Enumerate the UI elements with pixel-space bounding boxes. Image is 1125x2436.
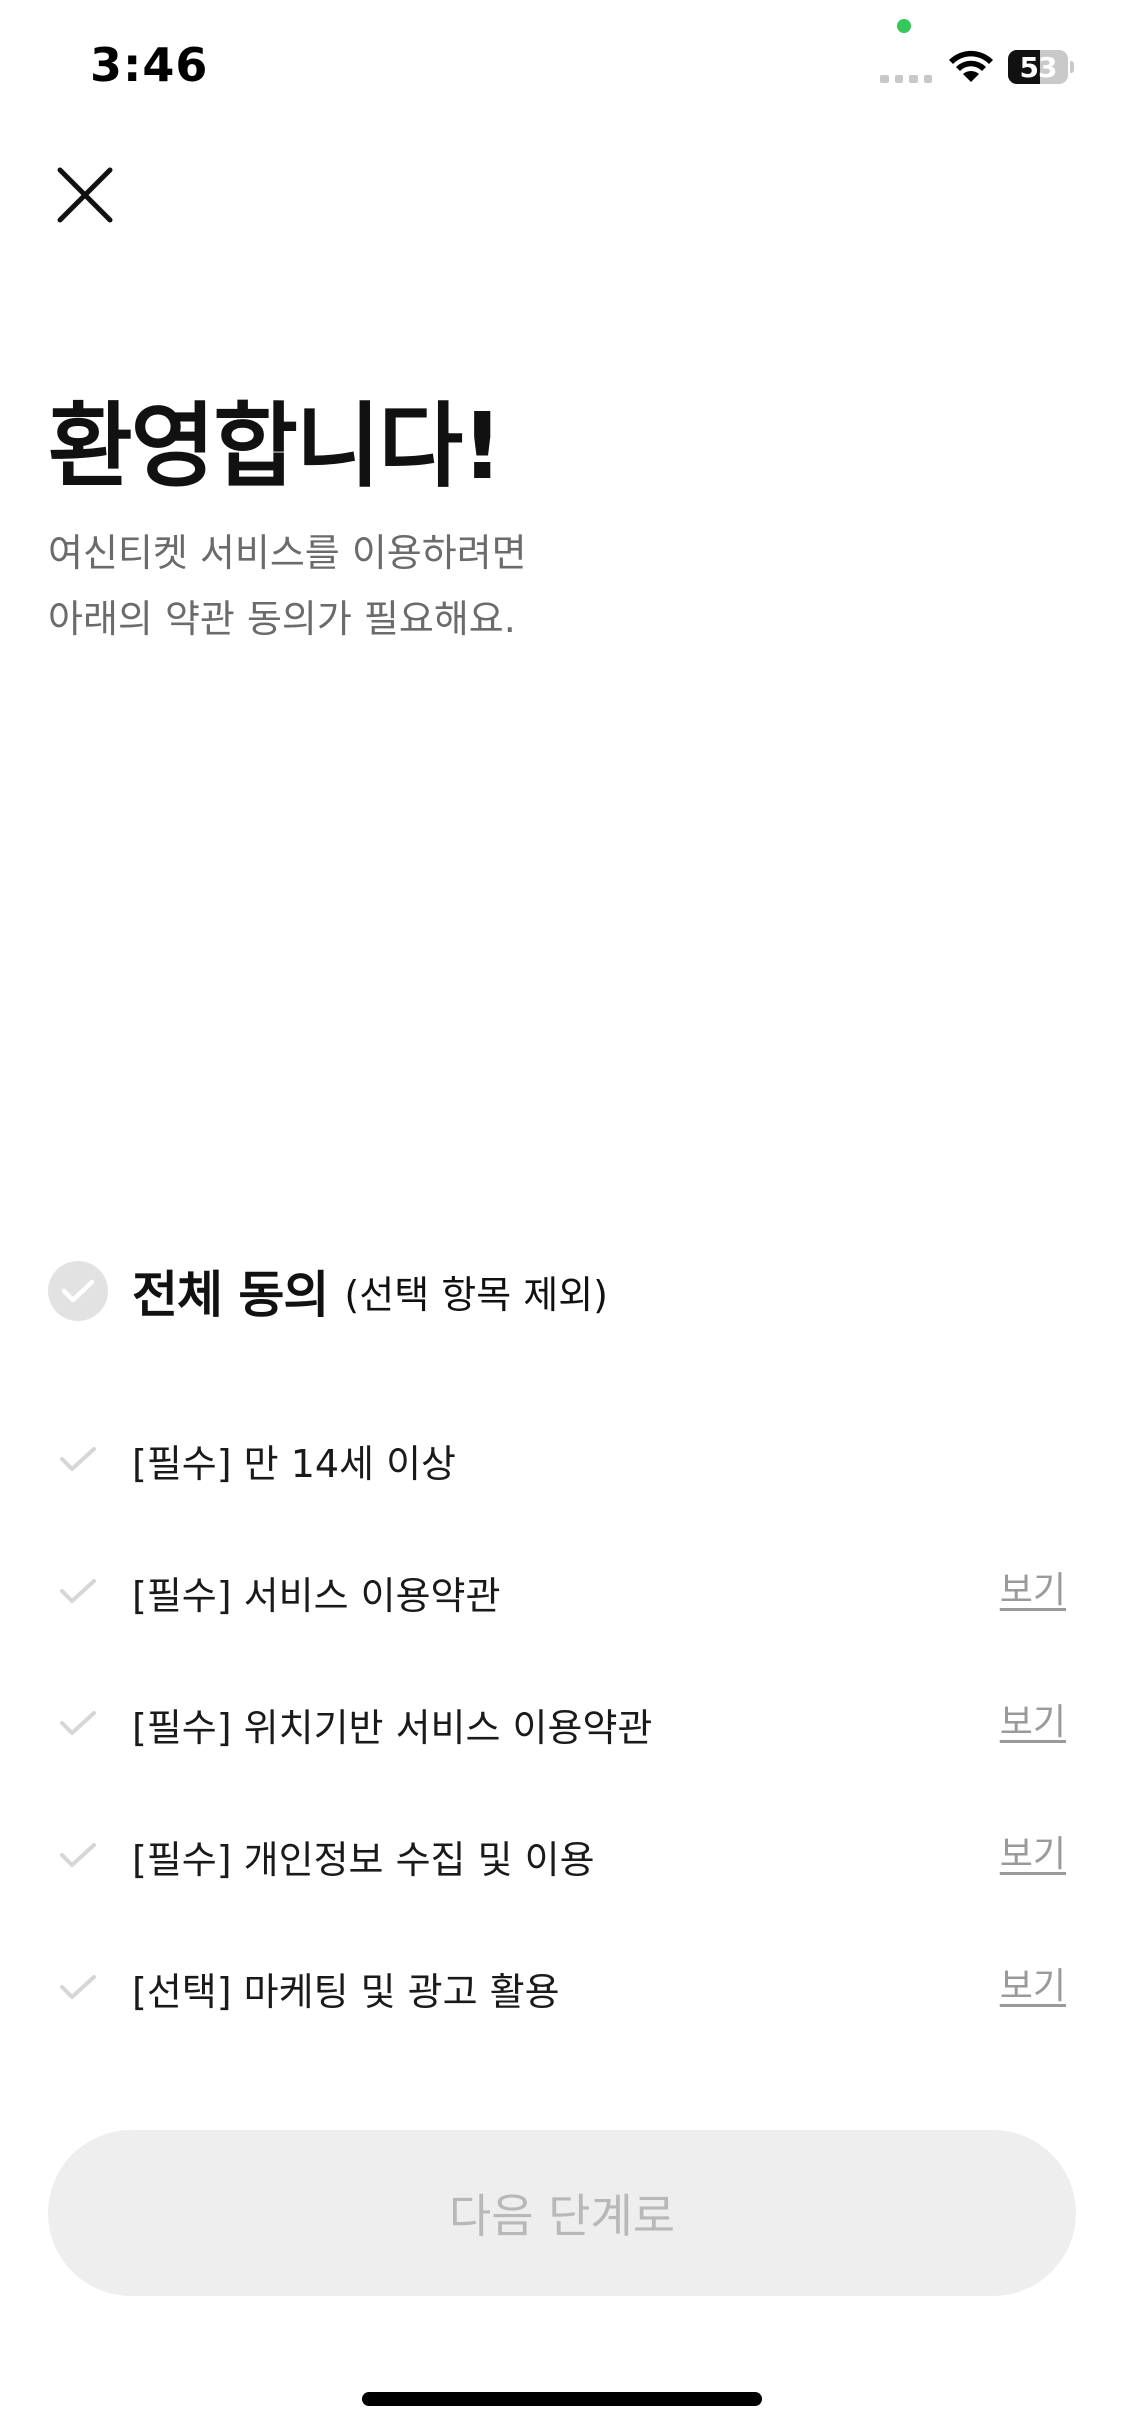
- subtitle-line-1: 여신티켓 서비스를 이용하려면: [48, 531, 527, 575]
- term-label[interactable]: [필수] 위치기반 서비스 이용약관: [132, 1697, 652, 1752]
- check-icon: [61, 1279, 95, 1303]
- term-checkbox[interactable]: [48, 1562, 108, 1622]
- agree-all-toggle[interactable]: 전체 동의 (선택 항목 제외): [48, 1258, 1078, 1324]
- view-terms-link[interactable]: 보기: [1000, 1561, 1066, 1613]
- cellular-signal-icon: [880, 75, 932, 83]
- check-icon: [60, 1579, 96, 1603]
- view-terms-link[interactable]: 보기: [1000, 1957, 1066, 2009]
- agree-all-note: (선택 항목 제외): [344, 1272, 608, 1317]
- check-icon: [60, 1711, 96, 1735]
- wifi-icon: [949, 50, 993, 82]
- next-step-button[interactable]: 다음 단계로: [48, 2130, 1076, 2296]
- term-label[interactable]: [선택] 마케팅 및 광고 활용: [132, 1961, 560, 2016]
- privacy-indicator-dot: [897, 19, 911, 33]
- status-time: 3:46: [90, 38, 209, 92]
- term-checkbox[interactable]: [48, 1430, 108, 1490]
- page-subtitle: 여신티켓 서비스를 이용하려면 아래의 약관 동의가 필요해요.: [48, 520, 527, 652]
- term-row-location[interactable]: [필수] 위치기반 서비스 이용약관 보기: [48, 1689, 1078, 1759]
- check-icon: [60, 1447, 96, 1471]
- check-icon: [60, 1975, 96, 1999]
- page-title: 환영합니다!: [48, 393, 503, 500]
- term-label[interactable]: [필수] 개인정보 수집 및 이용: [132, 1829, 595, 1884]
- term-label[interactable]: [필수] 서비스 이용약관: [132, 1565, 500, 1620]
- view-terms-link[interactable]: 보기: [1000, 1693, 1066, 1745]
- check-icon: [60, 1843, 96, 1867]
- term-row-privacy[interactable]: [필수] 개인정보 수집 및 이용 보기: [48, 1821, 1078, 1891]
- close-icon: [57, 167, 113, 223]
- view-terms-link[interactable]: 보기: [1000, 1825, 1066, 1877]
- term-checkbox[interactable]: [48, 1694, 108, 1754]
- battery-icon: 53: [1008, 50, 1074, 84]
- battery-level: 53: [1019, 50, 1058, 84]
- term-checkbox[interactable]: [48, 1826, 108, 1886]
- term-row-service[interactable]: [필수] 서비스 이용약관 보기: [48, 1557, 1078, 1627]
- agree-all-checkbox[interactable]: [48, 1261, 108, 1321]
- home-indicator[interactable]: [362, 2392, 762, 2406]
- close-button[interactable]: [50, 160, 120, 230]
- agree-all-label: 전체 동의: [132, 1266, 329, 1324]
- term-row-marketing[interactable]: [선택] 마케팅 및 광고 활용 보기: [48, 1953, 1078, 2023]
- term-row-age[interactable]: [필수] 만 14세 이상: [48, 1425, 1078, 1495]
- subtitle-line-2: 아래의 약관 동의가 필요해요.: [48, 597, 516, 641]
- term-label[interactable]: [필수] 만 14세 이상: [132, 1433, 456, 1488]
- term-checkbox[interactable]: [48, 1958, 108, 2018]
